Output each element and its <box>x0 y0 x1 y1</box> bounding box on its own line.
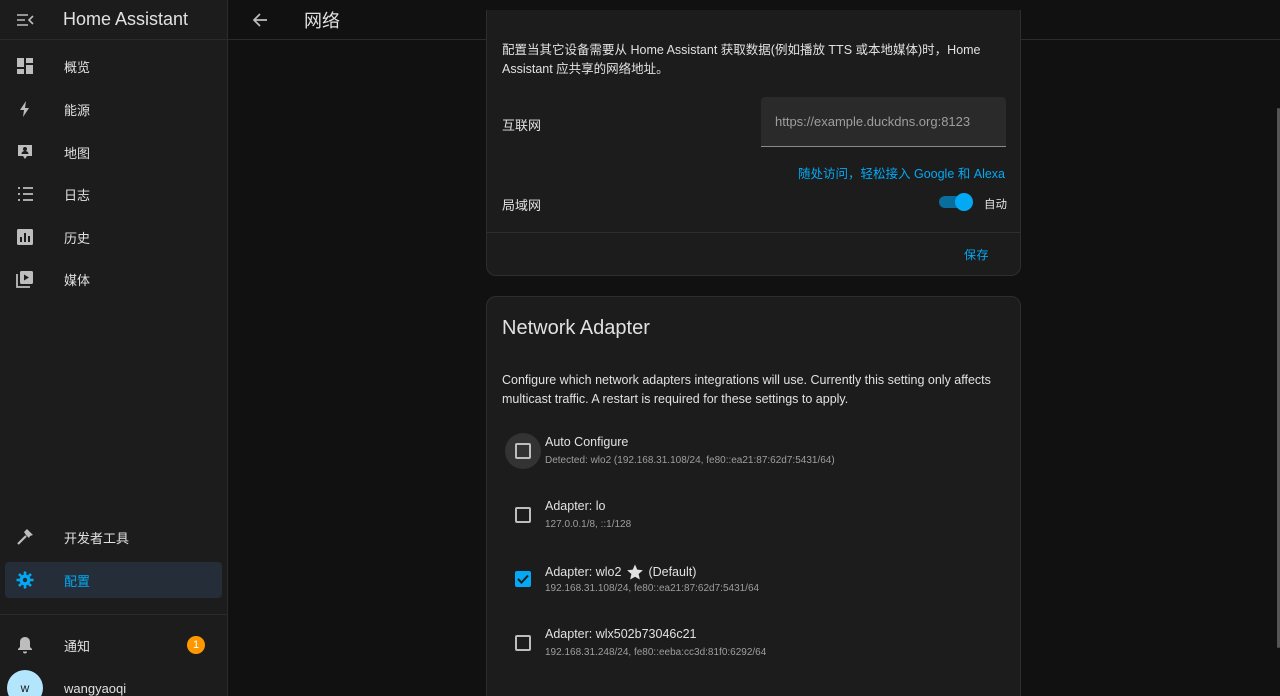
url-description: 配置当其它设备需要从 Home Assistant 获取数据(例如播放 TTS … <box>502 43 981 76</box>
adapter-detail: 127.0.0.1/8, ::1/128 <box>545 519 632 530</box>
adapter-option-wlx[interactable]: Adapter: wlx502b73046c21 192.168.31.248/… <box>502 625 1012 665</box>
adapter-name: Adapter: wlo2 <box>545 565 622 579</box>
adapter-name: Auto Configure <box>545 435 629 449</box>
sidebar-item-notifications[interactable]: 通知 1 <box>5 627 222 663</box>
sidebar-divider <box>0 614 228 615</box>
sidebar-item-overview[interactable]: 概览 <box>5 48 222 84</box>
sidebar-item-label: 历史 <box>64 230 91 246</box>
menu-collapse-button[interactable] <box>0 0 50 40</box>
adapter-name-row: Adapter: wlo2 (Default) <box>545 563 696 581</box>
sidebar-item-media[interactable]: 媒体 <box>5 261 222 297</box>
history-chart-icon <box>17 229 33 245</box>
bell-icon <box>18 637 32 654</box>
logbook-icon <box>18 187 33 201</box>
auto-label: 自动 <box>984 199 1007 211</box>
card-title: Network Adapter <box>502 317 650 339</box>
sidebar-item-label: 地图 <box>64 145 91 161</box>
page-title: 网络 <box>304 10 340 31</box>
adapter-detail: Detected: wlo2 (192.168.31.108/24, fe80:… <box>545 455 835 466</box>
sidebar-item-map[interactable]: 地图 <box>5 134 222 170</box>
checkbox[interactable] <box>505 433 541 469</box>
sidebar-item-config[interactable]: 配置 <box>5 562 222 598</box>
card-divider <box>487 232 1020 233</box>
adapter-name: Adapter: lo <box>545 499 606 513</box>
toggle-thumb <box>955 193 973 211</box>
sidebar-item-label: 媒体 <box>64 272 91 288</box>
sidebar-item-history[interactable]: 历史 <box>5 219 222 255</box>
map-icon <box>18 145 32 159</box>
sidebar-item-label: 开发者工具 <box>64 530 130 546</box>
adapter-description: Configure which network adapters integra… <box>502 373 991 406</box>
adapter-option-auto[interactable]: Auto Configure Detected: wlo2 (192.168.3… <box>502 433 1012 473</box>
checkbox-box <box>515 635 531 651</box>
adapter-option-wlo2[interactable]: Adapter: wlo2 (Default) 192.168.31.108/2… <box>502 561 1012 601</box>
sidebar: Home Assistant 概览 能源 地图 日志 历史 媒体 开发者工具 配… <box>0 0 228 696</box>
menu-collapse-icon <box>17 13 34 26</box>
checkbox[interactable] <box>505 625 541 661</box>
auto-toggle[interactable] <box>939 193 973 211</box>
sidebar-item-user[interactable]: w wangyaoqi <box>5 670 222 696</box>
sidebar-item-energy[interactable]: 能源 <box>5 91 222 127</box>
sidebar-item-label: 通知 <box>64 638 91 654</box>
adapter-name: Adapter: wlx502b73046c21 <box>545 627 697 641</box>
back-button[interactable] <box>235 0 285 40</box>
checkbox-box <box>515 507 531 523</box>
default-tag: (Default) <box>648 565 697 579</box>
media-play-icon <box>16 271 33 288</box>
network-adapter-card: Network Adapter Configure which network … <box>486 296 1021 696</box>
remote-access-link[interactable]: 随处访问，轻松接入 Google 和 Alexa <box>798 163 1005 182</box>
adapter-detail: 192.168.31.248/24, fe80::eeba:cc3d:81f0:… <box>545 647 767 658</box>
internet-url-placeholder: https://example.duckdns.org:8123 <box>775 114 971 129</box>
save-button[interactable]: 保存 <box>964 246 989 263</box>
sidebar-item-label: 概览 <box>64 59 91 75</box>
checkbox[interactable] <box>505 497 541 533</box>
sidebar-item-logbook[interactable]: 日志 <box>5 176 222 212</box>
sidebar-header: Home Assistant <box>0 0 227 40</box>
app-title: Home Assistant <box>63 9 189 29</box>
checkbox-box-checked <box>515 571 531 587</box>
checkbox-box <box>515 443 531 459</box>
notification-count-badge: 1 <box>187 636 205 654</box>
lightning-icon <box>20 101 29 117</box>
arrow-left-icon <box>252 12 267 27</box>
network-url-card: 配置当其它设备需要从 Home Assistant 获取数据(例如播放 TTS … <box>486 10 1021 276</box>
adapter-option-lo[interactable]: Adapter: lo 127.0.0.1/8, ::1/128 <box>502 497 1012 537</box>
checkbox[interactable] <box>505 561 541 597</box>
star-icon <box>627 564 644 580</box>
local-network-label: 局域网 <box>502 198 542 213</box>
sidebar-item-label: 配置 <box>64 573 91 589</box>
avatar: w <box>7 670 43 696</box>
gear-icon <box>16 571 34 589</box>
sidebar-item-developer-tools[interactable]: 开发者工具 <box>5 519 222 555</box>
user-name: wangyaoqi <box>64 680 127 696</box>
checkmark-icon <box>517 574 529 584</box>
internet-label: 互联网 <box>502 118 542 133</box>
sidebar-item-label: 日志 <box>64 187 91 203</box>
dashboard-icon <box>17 58 33 74</box>
adapter-detail: 192.168.31.108/24, fe80::ea21:87:62d7:54… <box>545 583 760 594</box>
internet-url-input[interactable]: https://example.duckdns.org:8123 <box>761 97 1006 147</box>
sidebar-item-label: 能源 <box>64 102 91 118</box>
hammer-icon <box>17 529 33 545</box>
